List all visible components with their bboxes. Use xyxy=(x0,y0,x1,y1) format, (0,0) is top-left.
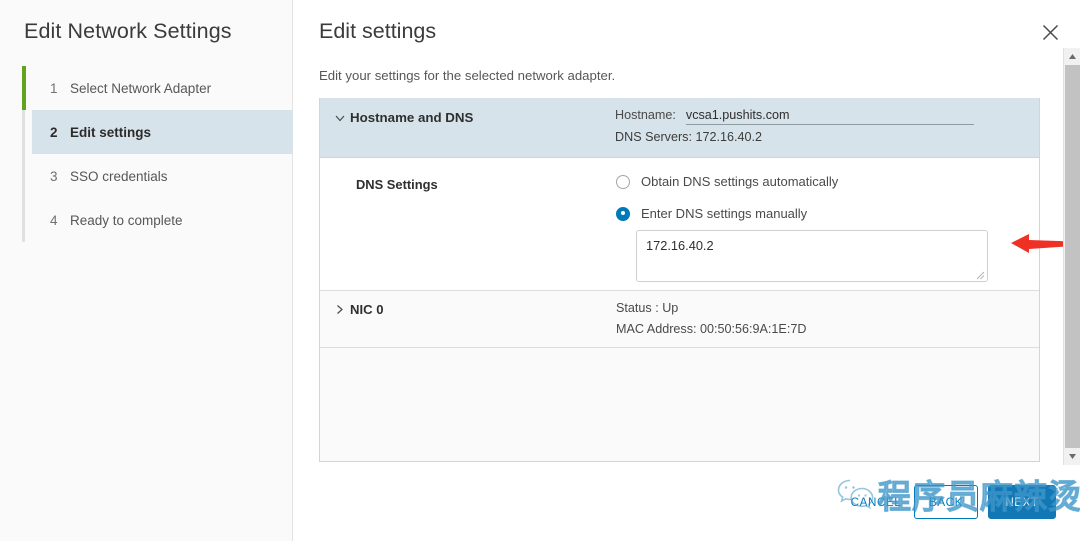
page-subtitle: Edit your settings for the selected netw… xyxy=(319,68,616,83)
dns-settings-label: DNS Settings xyxy=(356,177,438,192)
step-number: 2 xyxy=(50,124,58,140)
step-progress-indicator xyxy=(22,66,26,110)
nic0-label: NIC 0 xyxy=(350,302,384,317)
hostname-and-dns-label: Hostname and DNS xyxy=(350,110,474,125)
next-button[interactable]: NEXT xyxy=(988,485,1056,519)
chevron-right-icon[interactable] xyxy=(334,304,346,316)
dns-servers-summary: DNS Servers: 172.16.40.2 xyxy=(615,130,763,144)
radio-obtain-dns-automatically[interactable]: Obtain DNS settings automatically xyxy=(616,174,838,189)
settings-card: Hostname and DNS Hostname: vcsa1.pushits… xyxy=(319,98,1040,462)
sidebar-item-select-network-adapter[interactable]: 1 Select Network Adapter xyxy=(32,66,293,110)
resize-grip-icon[interactable] xyxy=(975,270,985,280)
step-number: 4 xyxy=(50,212,58,228)
dns-servers-input-value: 172.16.40.2 xyxy=(646,238,714,253)
edit-network-settings-dialog: Edit Network Settings 1 Select Network A… xyxy=(0,0,1080,541)
vertical-scrollbar[interactable] xyxy=(1063,48,1080,465)
dns-settings-section: DNS Settings Obtain DNS settings automat… xyxy=(320,158,1039,291)
sidebar-item-edit-settings[interactable]: 2 Edit settings xyxy=(32,110,293,154)
cancel-button[interactable]: CANCEL xyxy=(843,489,909,515)
card-empty-area xyxy=(320,348,1039,461)
step-label: SSO credentials xyxy=(70,168,168,184)
sidebar-item-sso-credentials[interactable]: 3 SSO credentials xyxy=(32,154,293,198)
radio-icon-unselected[interactable] xyxy=(616,174,630,189)
radio-label: Enter DNS settings manually xyxy=(641,206,808,221)
hostname-and-dns-section-header[interactable]: Hostname and DNS Hostname: vcsa1.pushits… xyxy=(320,98,1039,158)
sidebar-item-ready-to-complete[interactable]: 4 Ready to complete xyxy=(32,198,293,242)
dns-servers-input[interactable]: 172.16.40.2 xyxy=(636,230,988,282)
nic0-mac-address: MAC Address: 00:50:56:9A:1E:7D xyxy=(616,322,807,336)
hostname-row: Hostname: vcsa1.pushits.com xyxy=(615,108,974,125)
chevron-down-icon[interactable] xyxy=(334,112,348,126)
nic0-status: Status : Up xyxy=(616,301,679,315)
step-label: Edit settings xyxy=(70,124,152,140)
scroll-down-arrow-icon[interactable] xyxy=(1064,448,1080,465)
scrollbar-thumb[interactable] xyxy=(1065,65,1080,448)
step-number: 1 xyxy=(50,80,58,96)
step-label: Select Network Adapter xyxy=(70,80,212,96)
radio-enter-dns-manually[interactable]: Enter DNS settings manually xyxy=(616,206,807,221)
radio-icon-selected[interactable] xyxy=(616,206,630,221)
step-number: 3 xyxy=(50,168,58,184)
page-title: Edit settings xyxy=(319,19,437,43)
wizard-sidebar: Edit Network Settings 1 Select Network A… xyxy=(0,0,293,541)
content-pane: Edit settings Edit your settings for the… xyxy=(293,0,1080,541)
wizard-steps: 1 Select Network Adapter 2 Edit settings… xyxy=(22,66,293,242)
hostname-value[interactable]: vcsa1.pushits.com xyxy=(685,108,974,125)
step-label: Ready to complete xyxy=(70,212,183,228)
wizard-title: Edit Network Settings xyxy=(24,19,232,43)
back-button[interactable]: BACK xyxy=(914,485,978,519)
close-icon[interactable] xyxy=(1036,18,1064,46)
nic0-section-header[interactable]: NIC 0 Status : Up MAC Address: 00:50:56:… xyxy=(320,291,1039,348)
hostname-key: Hostname: xyxy=(615,108,676,122)
radio-label: Obtain DNS settings automatically xyxy=(641,174,839,189)
scroll-up-arrow-icon[interactable] xyxy=(1064,48,1080,65)
